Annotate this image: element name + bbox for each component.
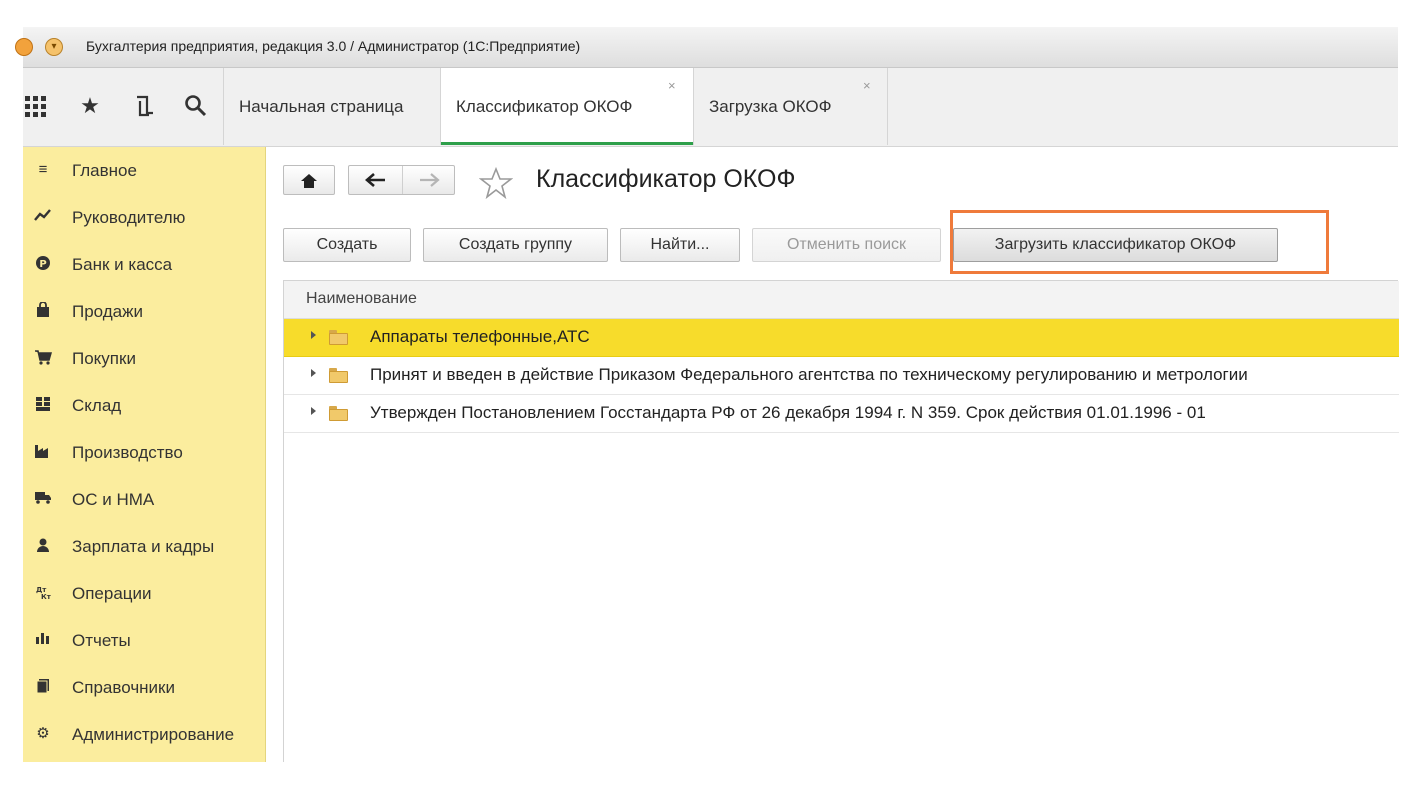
history-icon[interactable]: [131, 93, 157, 119]
tab-okof-classifier[interactable]: Классификатор ОКОФ ×: [440, 68, 693, 145]
sidebar-item-label: Производство: [72, 443, 183, 462]
back-button[interactable]: [349, 166, 403, 194]
favorite-star-icon[interactable]: [478, 166, 514, 200]
nav-history-group: [348, 165, 455, 195]
close-icon[interactable]: ×: [863, 78, 871, 93]
bank-icon: Р: [33, 255, 53, 273]
tab-label: Начальная страница: [239, 97, 404, 116]
folder-icon: [329, 368, 348, 383]
sidebar-item-label: ОС и НМА: [72, 490, 155, 509]
sidebar-item-label: Главное: [72, 161, 137, 180]
tab-home[interactable]: Начальная страница: [223, 68, 440, 145]
sidebar-item-sales[interactable]: Продажи: [23, 288, 265, 335]
sidebar-item-salary[interactable]: Зарплата и кадры: [23, 523, 265, 570]
find-button[interactable]: Найти...: [620, 228, 740, 262]
bag-icon: [33, 301, 53, 320]
sidebar-item-label: Администрирование: [72, 725, 235, 744]
arrow-left-icon: [364, 173, 385, 187]
sidebar-item-administration[interactable]: ⚙ Администрирование: [23, 711, 265, 758]
row-name: Аппараты телефонные,АТС: [370, 327, 590, 346]
sidebar-item-manager[interactable]: Руководителю: [23, 194, 265, 241]
tab-bar: ★ Начальная страница Классификатор ОКОФ …: [23, 68, 1398, 147]
sidebar-item-label: Продажи: [72, 302, 143, 321]
tab-label: Загрузка ОКОФ: [709, 97, 832, 116]
gear-icon: ⚙: [36, 725, 50, 742]
table-row[interactable]: Утвержден Постановлением Госстандарта РФ…: [284, 395, 1399, 433]
sidebar-item-label: Отчеты: [72, 631, 131, 650]
sidebar-item-label: Справочники: [72, 678, 175, 697]
apps-grid-icon[interactable]: [23, 93, 49, 119]
active-tab-indicator: [441, 142, 693, 145]
star-icon[interactable]: ★: [77, 93, 103, 119]
sidebar-item-warehouse[interactable]: Склад: [23, 382, 265, 429]
window-title: Бухгалтерия предприятия, редакция 3.0 / …: [86, 38, 581, 54]
book-icon: [33, 678, 53, 696]
tab-label: Классификатор ОКОФ: [456, 97, 633, 116]
title-bar: ▾ Бухгалтерия предприятия, редакция 3.0 …: [15, 27, 1398, 68]
main-content: Классификатор ОКОФ Создать Создать групп…: [283, 147, 1399, 762]
home-icon: [301, 173, 317, 188]
create-group-button[interactable]: Создать группу: [423, 228, 608, 262]
expand-arrow-icon[interactable]: [311, 369, 316, 377]
sidebar-item-production[interactable]: Производство: [23, 429, 265, 476]
sidebar-item-purchases[interactable]: Покупки: [23, 335, 265, 382]
person-icon: [33, 537, 53, 555]
warehouse-icon: [33, 396, 53, 414]
tab-okof-load[interactable]: Загрузка ОКОФ ×: [693, 68, 888, 145]
sidebar-item-label: Склад: [72, 396, 122, 415]
folder-icon: [329, 330, 348, 345]
svg-text:Кт: Кт: [41, 593, 51, 600]
operations-icon: Дт Кт: [33, 584, 53, 602]
sidebar-item-label: Зарплата и кадры: [72, 537, 215, 556]
cart-icon: [33, 349, 53, 367]
trend-icon: [33, 208, 53, 226]
search-icon[interactable]: [183, 93, 209, 119]
sidebar: ≡ Главное Руководителю Р Банк и касса Пр…: [23, 147, 266, 762]
sidebar-item-label: Руководителю: [72, 208, 186, 227]
table-row[interactable]: Принят и введен в действие Приказом Феде…: [284, 357, 1399, 395]
sidebar-item-bank[interactable]: Р Банк и касса: [23, 241, 265, 288]
classifier-table: Наименование Аппараты телефонные,АТС При…: [283, 280, 1399, 762]
row-name: Принят и введен в действие Приказом Феде…: [370, 365, 1248, 384]
arrow-right-icon: [419, 173, 440, 187]
create-button[interactable]: Создать: [283, 228, 411, 262]
cancel-search-button[interactable]: Отменить поиск: [752, 228, 941, 262]
close-icon[interactable]: ×: [668, 78, 676, 93]
column-header-label: Наименование: [306, 290, 417, 307]
sidebar-item-label: Банк и касса: [72, 255, 173, 274]
sidebar-item-operations[interactable]: Дт Кт Операции: [23, 570, 265, 617]
highlight-frame: [950, 210, 1329, 274]
truck-icon: [33, 490, 53, 508]
bar-chart-icon: [33, 631, 53, 649]
svg-text:Р: Р: [39, 259, 46, 270]
expand-arrow-icon[interactable]: [311, 407, 316, 415]
expand-arrow-icon[interactable]: [311, 331, 316, 339]
table-row[interactable]: Аппараты телефонные,АТС: [284, 319, 1399, 357]
app-logo-icon[interactable]: [15, 38, 33, 56]
sidebar-item-reports[interactable]: Отчеты: [23, 617, 265, 664]
sidebar-item-main[interactable]: ≡ Главное: [23, 147, 265, 194]
sidebar-item-fixed-assets[interactable]: ОС и НМА: [23, 476, 265, 523]
menu-icon: ≡: [38, 161, 48, 178]
row-name: Утвержден Постановлением Госстандарта РФ…: [370, 403, 1206, 422]
sidebar-item-label: Покупки: [72, 349, 136, 368]
page-title: Классификатор ОКОФ: [536, 165, 796, 193]
sidebar-item-label: Операции: [72, 584, 152, 603]
factory-icon: [33, 443, 53, 461]
home-button[interactable]: [283, 165, 335, 195]
folder-icon: [329, 406, 348, 421]
forward-button[interactable]: [403, 166, 454, 194]
sidebar-item-directories[interactable]: Справочники: [23, 664, 265, 711]
main-menu-chevron-icon[interactable]: ▾: [45, 38, 63, 56]
column-header[interactable]: Наименование: [284, 281, 1399, 319]
